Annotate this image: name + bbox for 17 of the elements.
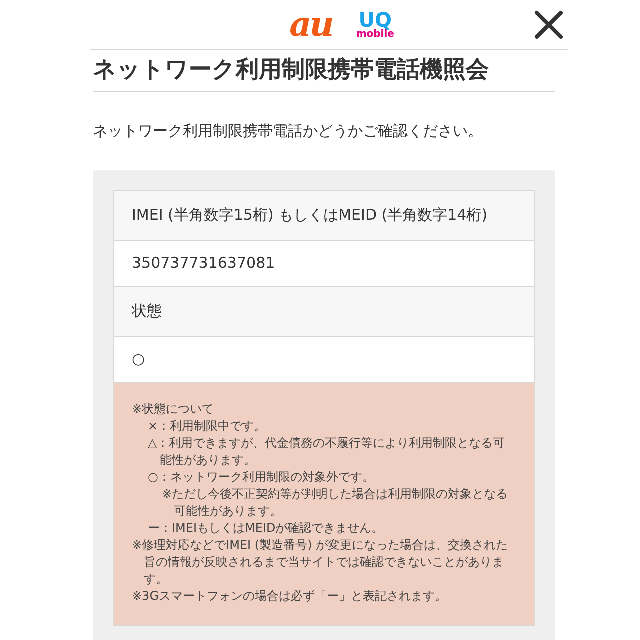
note-text: ※状態について [132,400,216,418]
field-label: IMEI (半角数字15桁) もしくはMEID (半角数字14桁) [114,190,534,240]
note-text: ※ただし今後不正契約等が判明した場合は利用制限の対象となる可能性があります。 [162,486,510,520]
field-value: 350737731637081 [114,240,534,286]
note-text: ○：ネットワーク利用制限の対象外です。 [148,468,376,486]
field-label: 状態 [114,286,534,336]
uq-mobile-logo: UQ mobile [356,10,394,40]
note-text: ×：利用制限中です。 [148,418,268,434]
note-text: ※修理対応などでIMEI (製造番号) が変更になった場合は、交換された旨の情報が反映されるまで当サイトでは確認できないことがあります。 [132,536,510,588]
note-text: ※3Gスマートフォンの場合は必ず「ー」と表記されます。 [132,588,448,604]
field-value: ○ [114,336,534,382]
au-logo: au [290,8,332,42]
note-text: △：利用できますが、代金債務の不履行等により利用制限となる可能性があります。 [148,434,506,468]
note-text: ー：IMEIもしくはMEIDが確認できません。 [148,520,385,536]
close-icon[interactable] [534,10,564,40]
intro-text: ネットワーク利用制限携帯電話かどうかご確認ください。 [93,121,484,142]
page-title: ネットワーク利用制限携帯電話機照会 [93,50,555,92]
